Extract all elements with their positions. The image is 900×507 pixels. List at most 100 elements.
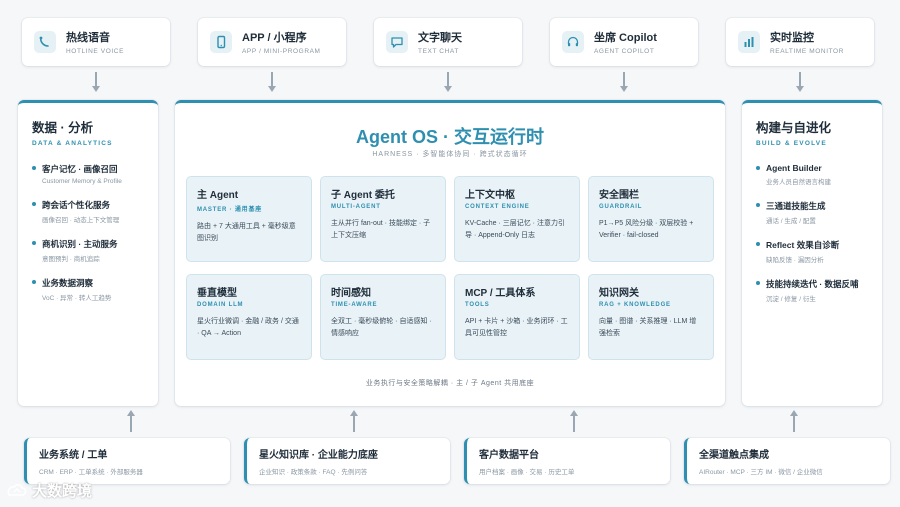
item-desc: 画像召回 · 动态上下文管理 <box>42 217 120 224</box>
module-master-agent: 主 Agent MASTER · 通用基座 路由 + 7 大通用工具 + 毫秒级… <box>186 176 312 262</box>
watermark-text: 大数跨境 <box>32 483 93 500</box>
module-desc: 主从并行 fan-out · 技能绑定 · 子上下文压缩 <box>331 220 431 239</box>
list-item: Reflect 效果自诊断 缺陷反馈 · 漏因分析 <box>756 239 868 264</box>
module-desc: 向量 · 图谱 · 关系推理 · LLM 增强检索 <box>599 318 697 337</box>
center-footer: 业务执行与安全策略解耦 · 主 / 子 Agent 共用底座 <box>365 380 535 387</box>
system-desc: AIRouter · MCP · 三方 IM · 微信 / 企业微信 <box>699 469 823 476</box>
item-desc: 缺陷反馈 · 漏因分析 <box>766 257 824 264</box>
item-desc: 意图预判 · 商机追踪 <box>42 256 100 263</box>
module-title: 主 Agent <box>197 190 239 201</box>
module-title: 上下文中枢 <box>465 190 515 201</box>
system-title: 全渠道触点集成 <box>699 450 769 461</box>
channel-title: 坐席 Copilot <box>594 32 657 44</box>
center-agent-os-panel: Agent OS · 交互运行时 HARNESS · 多智能体协同 · 跨式状态… <box>175 100 725 406</box>
module-mcp-tools: MCP / 工具体系 TOOLS API + 卡片 + 沙箱 · 业务闭环 · … <box>454 274 580 360</box>
channel-subtitle: AGENT COPILOT <box>594 48 655 55</box>
module-domain-llm: 垂直模型 DOMAIN LLM 星火行业微调 · 金融 / 政务 / 交通 · … <box>186 274 312 360</box>
chat-icon <box>386 31 408 53</box>
module-rag-knowledge: 知识网关 RAG + KNOWLEDGE 向量 · 图谱 · 关系推理 · LL… <box>588 274 714 360</box>
list-item: 商机识别 · 主动服务 意图预判 · 商机追踪 <box>32 238 144 263</box>
headset-icon <box>562 31 584 53</box>
item-desc: Customer Memory & Profile <box>42 178 122 185</box>
module-title: 垂直模型 <box>197 288 237 299</box>
module-desc: P1→P5 风险分级 · 双层校验 + Verifier · fail-clos… <box>599 220 694 239</box>
module-multi-agent: 子 Agent 委托 MULTI-AGENT 主从并行 fan-out · 技能… <box>320 176 446 262</box>
right-panel-build-evolve: 构建与自进化 BUILD & EVOLVE Agent Builder 业务人员… <box>742 100 882 406</box>
system-business-ticket: 业务系统 / 工单 CRM · ERP · 工单系统 · 外部服务器 <box>24 438 230 484</box>
module-guardrail: 安全围栏 GUARDRAIL P1→P5 风险分级 · 双层校验 + Verif… <box>588 176 714 262</box>
module-desc: KV-Cache · 三层记忆 · 注意力引导 · Append-Only 日志 <box>465 220 565 239</box>
channel-app-mini-program: APP / 小程序 APP / MINI-PROGRAM <box>198 18 346 66</box>
channel-title: 实时监控 <box>770 32 814 44</box>
item-title: 技能持续迭代 · 数据反哺 <box>766 279 859 289</box>
arrow-down-icon <box>444 72 452 94</box>
channel-title: APP / 小程序 <box>242 32 307 44</box>
channel-subtitle: TEXT CHAT <box>418 48 459 55</box>
channel-agent-copilot: 坐席 Copilot AGENT COPILOT <box>550 18 698 66</box>
panel-title: 构建与自进化 <box>756 121 832 135</box>
channel-hotline-voice: 热线语音 HOTLINE VOICE <box>22 18 170 66</box>
list-item: 业务数据洞察 VoC · 异常 · 转人工趋势 <box>32 277 144 302</box>
item-title: 跨会话个性化服务 <box>42 200 111 210</box>
module-desc: 路由 + 7 大通用工具 + 毫秒级意图识别 <box>197 223 296 242</box>
system-title: 客户数据平台 <box>479 450 539 461</box>
item-desc: 沉淀 / 修复 / 衍生 <box>766 296 816 303</box>
system-title: 星火知识库 · 企业能力底座 <box>259 450 378 461</box>
watermark: 大数跨境 <box>6 480 92 501</box>
arrow-down-icon <box>92 72 100 94</box>
system-title: 业务系统 / 工单 <box>39 450 108 461</box>
channel-title: 文字聊天 <box>418 32 462 44</box>
system-desc: 用户档案 · 画像 · 交易 · 历史工单 <box>479 469 575 476</box>
module-time-aware: 时间感知 TIME-AWARE 全双工 · 毫秒级俯轮 · 自适感知 · 情感响… <box>320 274 446 360</box>
channel-text-chat: 文字聊天 TEXT CHAT <box>374 18 522 66</box>
module-desc: 全双工 · 毫秒级俯轮 · 自适感知 · 情感响应 <box>331 318 432 337</box>
module-subtitle: RAG + KNOWLEDGE <box>599 302 671 308</box>
arrow-down-icon <box>796 72 804 94</box>
module-subtitle: TIME-AWARE <box>331 302 378 308</box>
item-desc: 通话 / 生成 / 配置 <box>766 218 816 225</box>
system-desc: CRM · ERP · 工单系统 · 外部服务器 <box>39 469 143 476</box>
module-desc: API + 卡片 + 沙箱 · 业务闭环 · 工具可见性管控 <box>465 318 568 337</box>
list-item: 技能持续迭代 · 数据反哺 沉淀 / 修复 / 衍生 <box>756 278 868 303</box>
channel-subtitle: REALTIME MONITOR <box>770 48 845 55</box>
system-omnichannel-integration: 全渠道触点集成 AIRouter · MCP · 三方 IM · 微信 / 企业… <box>684 438 890 484</box>
list-item: 客户记忆 · 画像召回 Customer Memory & Profile <box>32 163 144 185</box>
module-context-engine: 上下文中枢 CONTEXT ENGINE KV-Cache · 三层记忆 · 注… <box>454 176 580 262</box>
module-title: 知识网关 <box>599 288 639 299</box>
phone-wave-icon <box>34 31 56 53</box>
module-desc: 星火行业微调 · 金融 / 政务 / 交通 · QA → Action <box>197 318 299 337</box>
panel-title: 数据 · 分析 <box>32 121 94 135</box>
item-title: 业务数据洞察 <box>42 278 94 288</box>
arrow-up-icon <box>790 410 798 432</box>
module-subtitle: GUARDRAIL <box>599 204 643 210</box>
arrow-down-icon <box>620 72 628 94</box>
channel-realtime-monitor: 实时监控 REALTIME MONITOR <box>726 18 874 66</box>
mobile-icon <box>210 31 232 53</box>
list-item: Agent Builder 业务人员自然语言构建 <box>756 163 868 186</box>
item-title: 商机识别 · 主动服务 <box>42 239 118 249</box>
module-title: 子 Agent 委托 <box>331 190 395 201</box>
item-title: 客户记忆 · 画像召回 <box>42 164 118 174</box>
list-item: 三通道技能生成 通话 / 生成 / 配置 <box>756 200 868 225</box>
module-title: 时间感知 <box>331 288 371 299</box>
arrow-up-icon <box>570 410 578 432</box>
module-subtitle: DOMAIN LLM <box>197 302 244 308</box>
channel-subtitle: APP / MINI-PROGRAM <box>242 48 321 55</box>
channel-title: 热线语音 <box>66 32 110 44</box>
list-item: 跨会话个性化服务 画像召回 · 动态上下文管理 <box>32 199 144 224</box>
arrow-up-icon <box>127 410 135 432</box>
item-title: Reflect 效果自诊断 <box>766 240 840 250</box>
panel-subtitle: DATA & ANALYTICS <box>32 140 113 147</box>
module-title: 安全围栏 <box>599 190 639 201</box>
bar-chart-icon <box>738 31 760 53</box>
system-customer-data-platform: 客户数据平台 用户档案 · 画像 · 交易 · 历史工单 <box>464 438 670 484</box>
module-subtitle: CONTEXT ENGINE <box>465 204 530 210</box>
arrow-up-icon <box>350 410 358 432</box>
system-knowledge-base: 星火知识库 · 企业能力底座 企业知识 · 政策条款 · FAQ · 先例问答 <box>244 438 450 484</box>
center-title: Agent OS · 交互运行时 <box>356 127 544 147</box>
watermark-logo-icon <box>7 483 27 496</box>
item-desc: VoC · 异常 · 转人工趋势 <box>42 295 112 302</box>
left-panel-data-analytics: 数据 · 分析 DATA & ANALYTICS 客户记忆 · 画像召回 Cus… <box>18 100 158 406</box>
channel-subtitle: HOTLINE VOICE <box>66 48 125 55</box>
module-title: MCP / 工具体系 <box>465 288 536 299</box>
